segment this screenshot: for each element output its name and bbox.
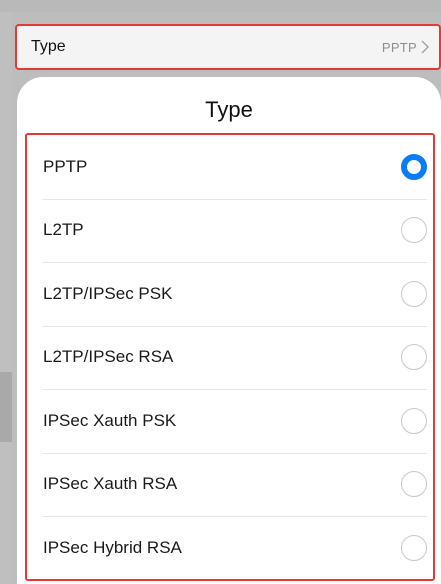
vpn-type-value-group: PPTP — [382, 40, 429, 55]
dimmed-background-top — [0, 0, 441, 12]
radio-button[interactable] — [401, 280, 427, 307]
type-options-list: PPTP L2TP L2TP/IPSec PSK L2TP/IPSec RSA … — [25, 133, 435, 581]
option-ipsec-hybrid-rsa[interactable]: IPSec Hybrid RSA — [27, 516, 433, 579]
option-label: L2TP/IPSec RSA — [43, 347, 174, 367]
option-ipsec-xauth-psk[interactable]: IPSec Xauth PSK — [27, 389, 433, 453]
radio-button[interactable] — [401, 344, 427, 371]
vpn-type-setting-row[interactable]: Type PPTP — [15, 24, 441, 70]
radio-button[interactable] — [401, 217, 427, 244]
option-l2tp[interactable]: L2TP — [27, 198, 433, 263]
option-label: PPTP — [43, 156, 88, 176]
option-ipsec-xauth-rsa[interactable]: IPSec Xauth RSA — [27, 452, 433, 517]
radio-button[interactable] — [401, 153, 427, 180]
dimmed-background-shade — [0, 372, 12, 442]
option-l2tp-ipsec-rsa[interactable]: L2TP/IPSec RSA — [27, 325, 433, 390]
option-label: IPSec Xauth PSK — [43, 410, 177, 430]
sheet-title: Type — [205, 97, 253, 122]
option-label: L2TP/IPSec PSK — [43, 283, 173, 303]
type-picker-sheet: Type PPTP L2TP L2TP/IPSec PSK L2TP/IPSec… — [17, 77, 441, 584]
screen: Type PPTP Type PPTP L2TP L2TP/IPSec PSK — [0, 0, 441, 584]
option-label: L2TP — [43, 220, 84, 240]
option-label: IPSec Hybrid RSA — [43, 537, 182, 557]
vpn-type-label: Type — [31, 38, 66, 55]
radio-button[interactable] — [401, 407, 427, 434]
dimmed-background-left — [0, 12, 12, 584]
radio-button[interactable] — [401, 534, 427, 561]
vpn-type-value: PPTP — [381, 39, 417, 55]
option-label: IPSec Xauth RSA — [43, 474, 178, 494]
option-l2tp-ipsec-psk[interactable]: L2TP/IPSec PSK — [27, 262, 433, 326]
radio-button[interactable] — [401, 471, 427, 498]
option-pptp[interactable]: PPTP — [27, 135, 433, 199]
chevron-right-icon — [421, 40, 429, 54]
